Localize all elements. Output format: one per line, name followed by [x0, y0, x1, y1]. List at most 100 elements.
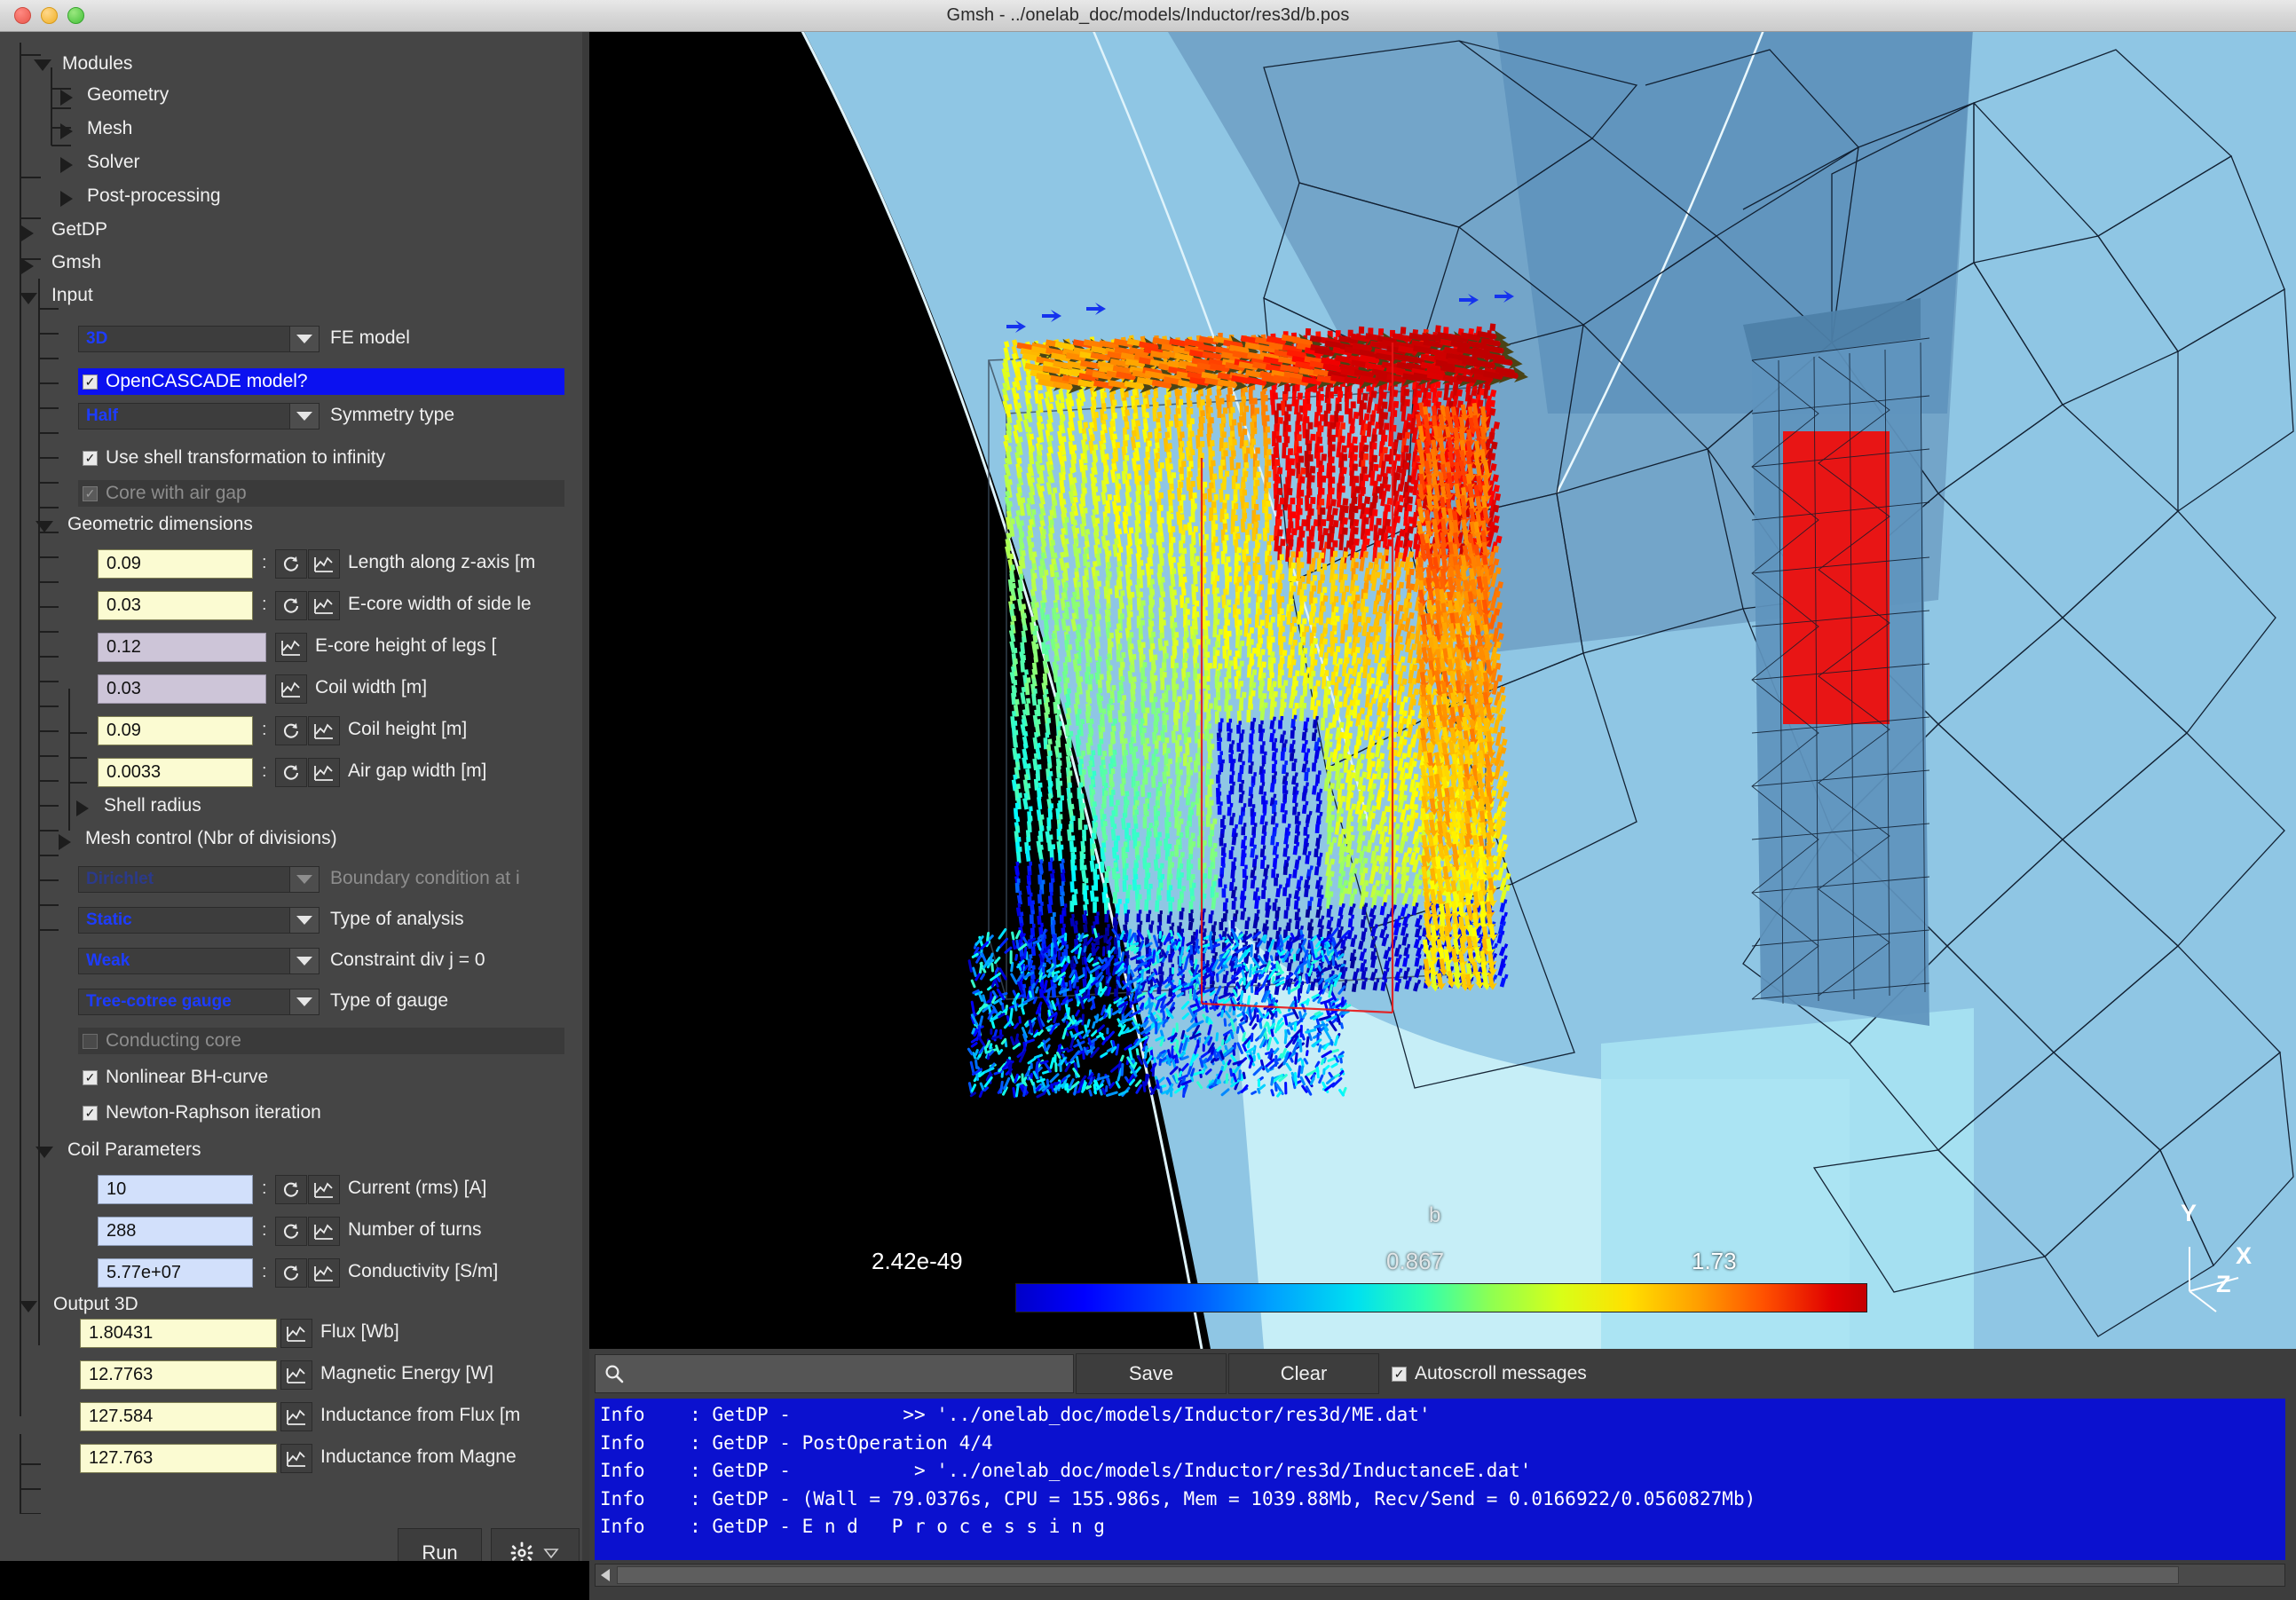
window-controls — [14, 7, 84, 24]
coil-reset-button-1[interactable] — [275, 1217, 307, 1246]
scrollbar-thumb[interactable] — [617, 1566, 2179, 1584]
geometry-value-4[interactable]: 0.09 — [98, 716, 253, 745]
expand-triangle-icon[interactable] — [21, 225, 34, 241]
maximize-button[interactable] — [67, 7, 84, 24]
geometry-value-0[interactable]: 0.09 — [98, 549, 253, 579]
geometry-reset-button-0[interactable] — [275, 549, 307, 579]
gmsh-3d-viewport[interactable]: 2.42e-49 0.867 1.73 b Y X Z — [589, 32, 2296, 1349]
reset-icon — [283, 597, 299, 613]
scroll-left-icon[interactable] — [596, 1565, 615, 1585]
coil-reset-button-0[interactable] — [275, 1175, 307, 1204]
output-value-3[interactable]: 127.763 — [80, 1444, 277, 1473]
output-value-1[interactable]: 12.7763 — [80, 1360, 277, 1390]
solver-options-button[interactable] — [491, 1528, 580, 1561]
geometry-plot-button-5[interactable] — [308, 758, 340, 787]
shell-transformation-checkbox[interactable]: ✓ Use shell transformation to infinity — [78, 445, 385, 471]
expand-triangle-icon[interactable] — [60, 191, 73, 207]
geometry-plot-button-1[interactable] — [308, 591, 340, 620]
plot-icon — [314, 556, 333, 572]
chevron-down-icon[interactable] — [289, 989, 319, 1014]
colorbar[interactable] — [1015, 1283, 1867, 1312]
geometry-value-5[interactable]: 0.0033 — [98, 758, 253, 787]
geometry-plot-button-2[interactable] — [275, 633, 307, 662]
geometry-reset-button-5[interactable] — [275, 758, 307, 787]
opencascade-model-checkbox[interactable]: ✓ OpenCASCADE model? — [78, 368, 564, 395]
constraint-div-j-select[interactable]: Weak — [78, 948, 320, 974]
log-line-1: Info : GetDP - PostOperation 4/4 — [600, 1431, 993, 1454]
reset-icon — [283, 556, 299, 571]
coil-plot-button-2[interactable] — [308, 1258, 340, 1288]
analysis-type-select[interactable]: Static — [78, 907, 320, 934]
search-icon — [605, 1365, 624, 1383]
run-button[interactable]: Run — [398, 1528, 482, 1561]
clear-messages-button[interactable]: Clear — [1228, 1353, 1379, 1394]
output-value-0[interactable]: 1.80431 — [80, 1319, 277, 1348]
coil-reset-button-2[interactable] — [275, 1258, 307, 1288]
autoscroll-messages-checkbox[interactable]: ✓ Autoscroll messages — [1392, 1363, 1587, 1384]
geometry-label-1: E-core width of side le — [348, 594, 532, 614]
expand-triangle-icon[interactable] — [59, 834, 71, 850]
output-plot-button-0[interactable] — [280, 1319, 312, 1348]
output-plot-button-2[interactable] — [280, 1402, 312, 1431]
log-line-2: Info : GetDP - > '../onelab_doc/models/I… — [600, 1460, 1532, 1481]
geometry-value-2[interactable]: 0.12 — [98, 633, 266, 662]
output-value-2[interactable]: 127.584 — [80, 1402, 277, 1431]
coil-value-2[interactable]: 5.77e+07 — [98, 1258, 253, 1288]
gear-icon — [510, 1541, 533, 1561]
separator-colon: : — [262, 720, 267, 739]
expand-triangle-icon[interactable] — [76, 800, 89, 816]
newton-raphson-checkbox[interactable]: ✓ Newton-Raphson iteration — [78, 1100, 321, 1126]
message-search-box[interactable] — [595, 1354, 1074, 1393]
reset-icon — [283, 1181, 299, 1197]
gauge-type-select[interactable]: Tree-cotree gauge — [78, 989, 320, 1015]
geometry-value-3[interactable]: 0.03 — [98, 674, 266, 704]
checkbox-icon — [83, 1033, 98, 1049]
geometry-plot-button-3[interactable] — [275, 674, 307, 704]
coil-value-0[interactable]: 10 — [98, 1175, 253, 1204]
output-plot-button-1[interactable] — [280, 1360, 312, 1390]
checkbox-icon[interactable]: ✓ — [83, 374, 98, 390]
geometry-reset-button-4[interactable] — [275, 716, 307, 745]
checkbox-icon[interactable]: ✓ — [83, 1069, 98, 1085]
chevron-down-icon[interactable] — [289, 327, 319, 351]
expand-triangle-icon[interactable] — [60, 123, 73, 139]
geometry-plot-button-4[interactable] — [308, 716, 340, 745]
chevron-down-icon[interactable] — [289, 908, 319, 933]
reset-icon — [283, 1223, 299, 1239]
collapse-triangle-icon[interactable] — [36, 1147, 53, 1158]
coil-plot-button-1[interactable] — [308, 1217, 340, 1246]
panel-divider[interactable] — [582, 32, 589, 1561]
chevron-down-icon[interactable] — [289, 404, 319, 429]
message-horizontal-scrollbar[interactable] — [595, 1564, 2285, 1587]
coil-plot-button-0[interactable] — [308, 1175, 340, 1204]
plot-icon — [287, 1408, 305, 1425]
message-log[interactable]: Info : GetDP - >> '../onelab_doc/models/… — [595, 1399, 2285, 1560]
geometry-label-0: Length along z-axis [m — [348, 552, 536, 572]
close-button[interactable] — [14, 7, 31, 24]
expand-triangle-icon[interactable] — [60, 90, 73, 106]
geometry-reset-button-1[interactable] — [275, 591, 307, 620]
coil-value-1[interactable]: 288 — [98, 1217, 253, 1246]
collapse-triangle-icon[interactable] — [20, 1301, 37, 1312]
expand-triangle-icon[interactable] — [21, 258, 34, 274]
separator-colon: : — [262, 1220, 267, 1240]
minimize-button[interactable] — [41, 7, 58, 24]
collapse-triangle-icon[interactable] — [20, 293, 37, 304]
expand-triangle-icon[interactable] — [60, 157, 73, 173]
collapse-triangle-icon[interactable] — [34, 59, 51, 71]
fe-model-select[interactable]: 3D — [78, 326, 320, 352]
geometry-value-1[interactable]: 0.03 — [98, 591, 253, 620]
symmetry-type-select[interactable]: Half — [78, 403, 320, 430]
checkbox-icon[interactable]: ✓ — [83, 450, 98, 466]
collapse-triangle-icon[interactable] — [36, 521, 53, 532]
geometry-plot-button-0[interactable] — [308, 549, 340, 579]
onelab-tree-panel[interactable]: Modules Geometry Mesh Solver Post-proces… — [0, 32, 589, 1561]
message-search-input[interactable] — [631, 1364, 1048, 1383]
checkbox-icon[interactable]: ✓ — [83, 1105, 98, 1121]
save-messages-button[interactable]: Save — [1076, 1353, 1227, 1394]
checkbox-icon[interactable]: ✓ — [1392, 1366, 1407, 1382]
nonlinear-bh-curve-checkbox[interactable]: ✓ Nonlinear BH-curve — [78, 1064, 268, 1091]
chevron-down-icon[interactable] — [542, 1546, 560, 1560]
output-plot-button-3[interactable] — [280, 1444, 312, 1473]
chevron-down-icon[interactable] — [289, 949, 319, 973]
